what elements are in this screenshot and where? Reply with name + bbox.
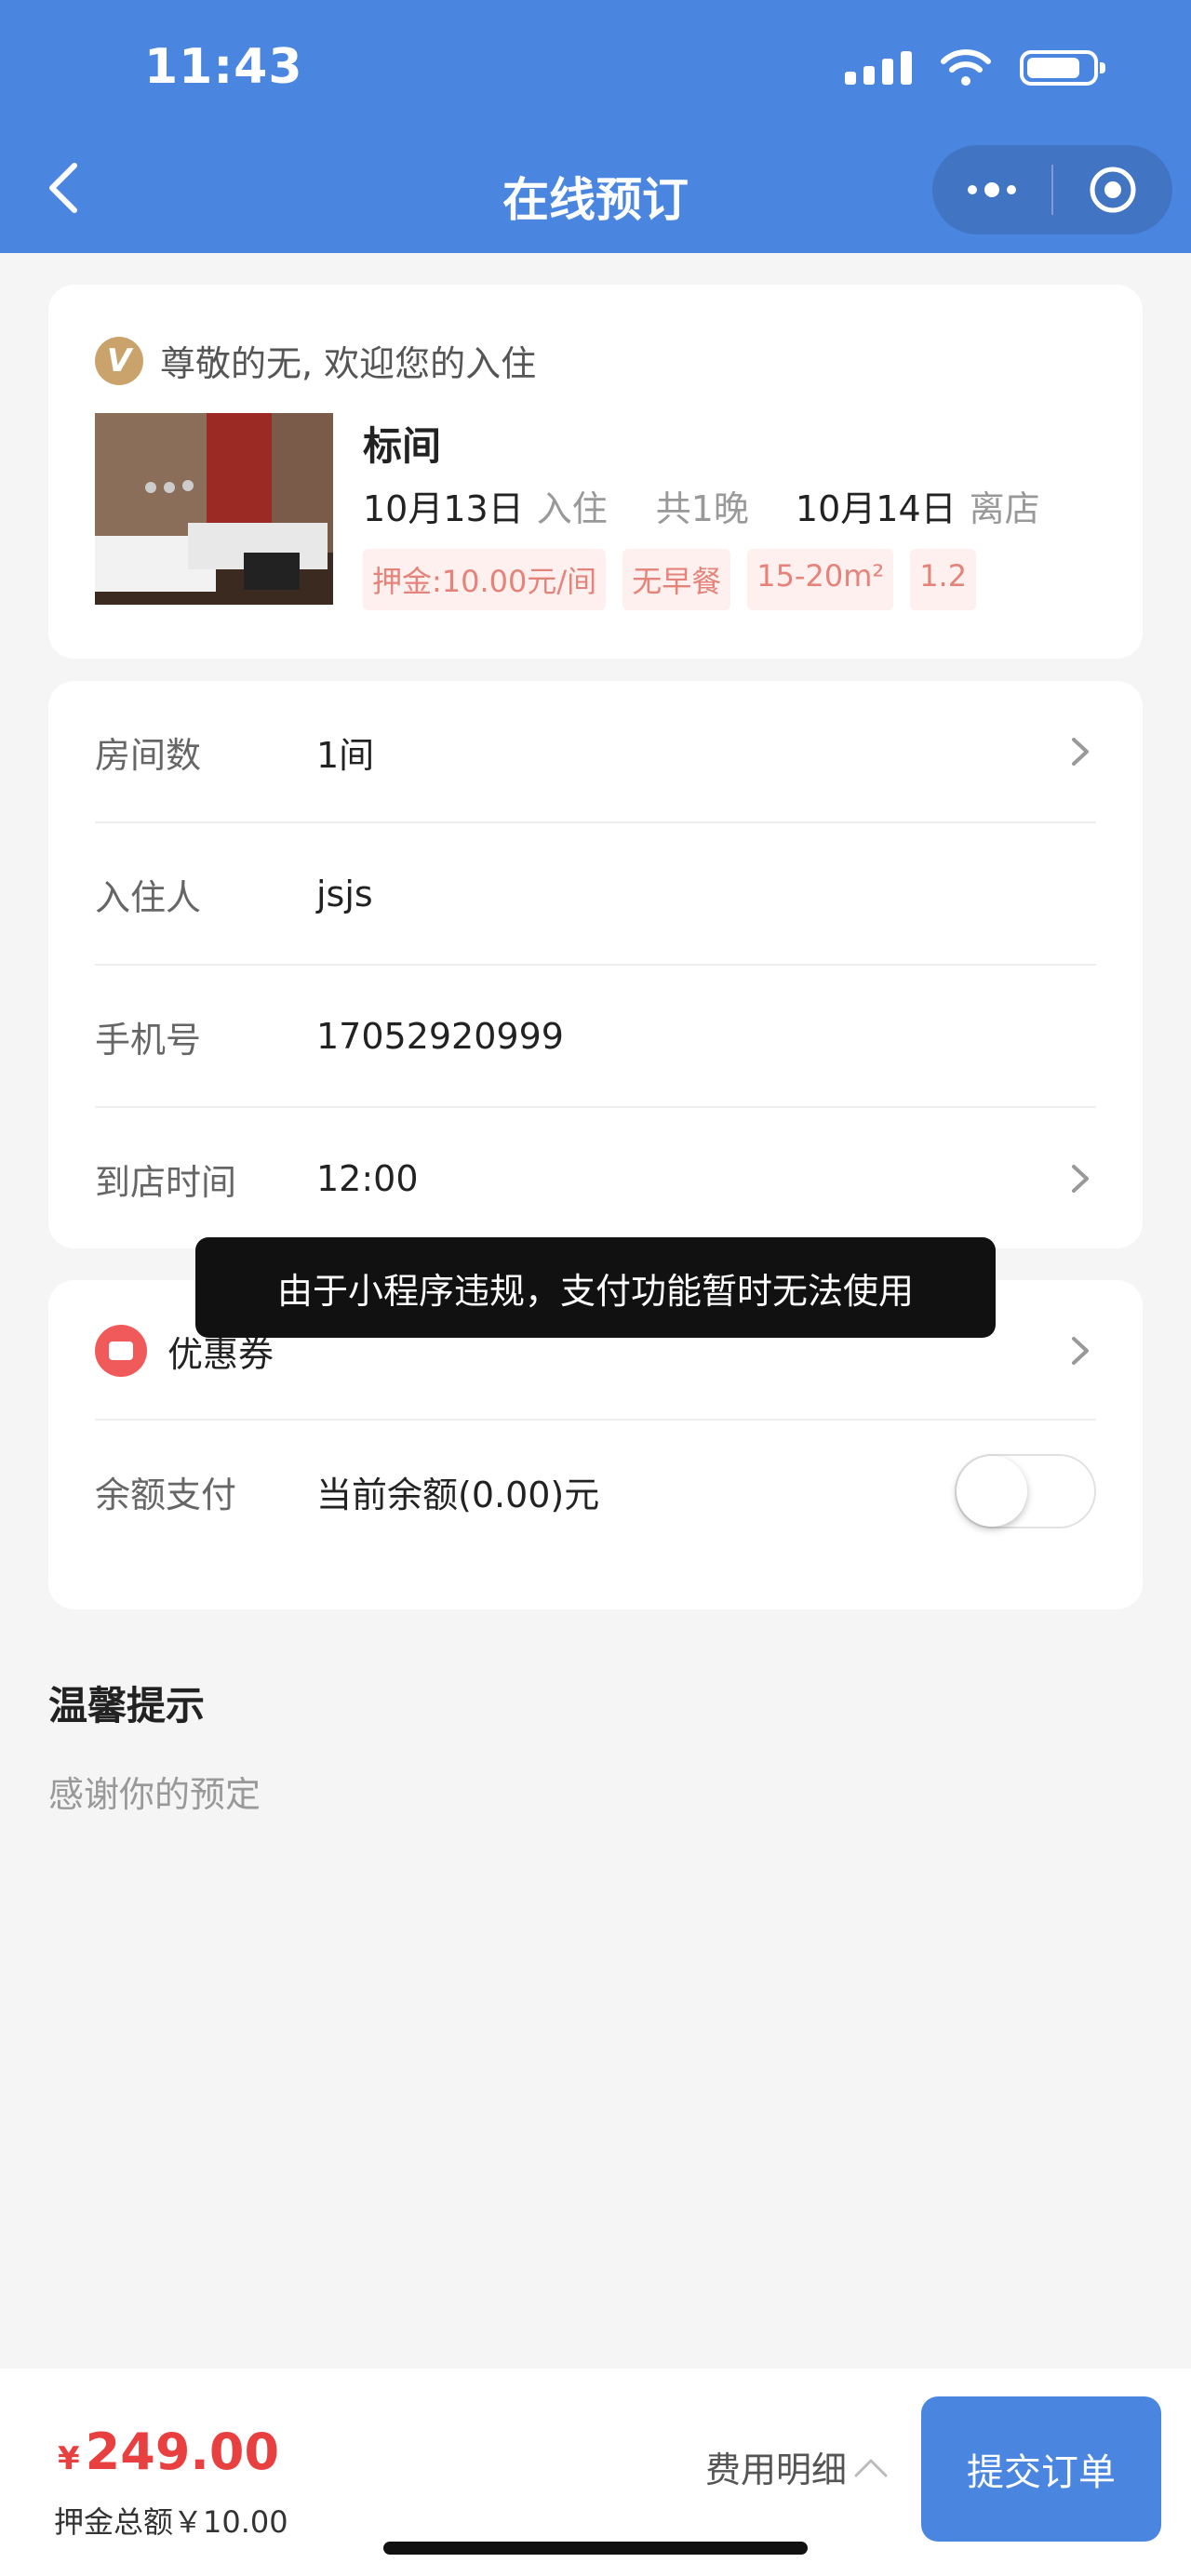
- stay-dates: 10月13日 入住 共1晚 10月14日 离店: [363, 480, 1040, 531]
- tag-deposit: 押金:10.00元/间: [363, 549, 607, 610]
- tag-bed: 1.2: [910, 549, 977, 610]
- balance-label: 余额支付: [95, 1474, 237, 1515]
- battery-icon: [1020, 50, 1105, 86]
- welcome-text: 尊敬的无, 欢迎您的入住: [160, 343, 537, 384]
- close-miniprogram-button[interactable]: [1053, 145, 1172, 234]
- guest-label: 入住人: [95, 876, 202, 918]
- nights-count: 共1晚: [655, 488, 749, 529]
- guest-field[interactable]: jsjs: [316, 874, 1096, 914]
- home-indicator: [383, 2542, 808, 2555]
- booking-form-card: 房间数 1间 入住人 jsjs 手机号 17052920999 到店时间 12:…: [48, 681, 1143, 1248]
- chevron-right-icon: [1072, 738, 1089, 766]
- rooms-value: 1间: [316, 734, 375, 776]
- status-time: 11:43: [144, 39, 303, 95]
- arrival-time-row[interactable]: 到店时间 12:00: [95, 1108, 1096, 1249]
- total-price: ¥249.00: [58, 2423, 279, 2481]
- tag-area: 15-20m²: [747, 549, 894, 610]
- currency-symbol: ¥: [58, 2440, 80, 2477]
- balance-toggle[interactable]: [955, 1454, 1096, 1528]
- rooms-row[interactable]: 房间数 1间: [95, 681, 1096, 822]
- rooms-label: 房间数: [95, 734, 202, 776]
- checkout-date: 10月14日: [795, 488, 957, 529]
- arrival-value: 12:00: [316, 1158, 419, 1199]
- balance-value: 当前余额(0.00)元: [316, 1474, 600, 1515]
- hotel-card: V 尊敬的无, 欢迎您的入住 标间 10月13日 入住 共1晚 10月14日 离…: [48, 285, 1143, 659]
- chevron-right-icon: [1072, 1165, 1089, 1193]
- phone-label: 手机号: [95, 1019, 202, 1061]
- miniprogram-capsule: [932, 145, 1172, 234]
- arrival-label: 到店时间: [95, 1161, 237, 1203]
- wifi-icon: [941, 49, 991, 86]
- vip-icon: V: [95, 336, 143, 385]
- room-image: [95, 413, 333, 605]
- chevron-right-icon: [1072, 1337, 1089, 1365]
- coupon-icon: [95, 1325, 147, 1377]
- tips-title: 温馨提示: [48, 1683, 206, 1728]
- tips-text: 感谢你的预定: [48, 1774, 261, 1815]
- more-button[interactable]: [932, 145, 1051, 234]
- more-icon: [968, 182, 1016, 197]
- fee-detail-label: 费用明细: [705, 2449, 848, 2490]
- room-name: 标间: [363, 423, 442, 469]
- submit-order-button[interactable]: 提交订单: [921, 2396, 1161, 2542]
- deposit-total: 押金总额￥10.00: [54, 2504, 288, 2540]
- tag-breakfast: 无早餐: [622, 549, 731, 610]
- chevron-up-icon: [854, 2459, 888, 2476]
- header: 11:43 在线预订: [0, 0, 1191, 253]
- checkout-label: 离店: [969, 488, 1040, 529]
- room-tags: 押金:10.00元/间 无早餐 15-20m² 1.2: [363, 549, 977, 610]
- checkin-label: 入住: [536, 488, 608, 529]
- phone-field[interactable]: 17052920999: [316, 1016, 1096, 1057]
- phone-row[interactable]: 手机号 17052920999: [95, 966, 1096, 1107]
- fee-detail-button[interactable]: 费用明细: [705, 2441, 890, 2492]
- checkin-date: 10月13日: [363, 488, 524, 529]
- toast-message: 由于小程序违规，支付功能暂时无法使用: [195, 1237, 996, 1338]
- total-amount: 249.00: [85, 2423, 280, 2481]
- status-icons: [845, 48, 1105, 87]
- welcome-line: V 尊敬的无, 欢迎您的入住: [95, 335, 536, 386]
- target-icon: [1090, 167, 1136, 213]
- signal-icon: [845, 51, 912, 85]
- guest-row[interactable]: 入住人 jsjs: [95, 823, 1096, 965]
- balance-row: 余额支付 当前余额(0.00)元: [95, 1421, 1096, 1562]
